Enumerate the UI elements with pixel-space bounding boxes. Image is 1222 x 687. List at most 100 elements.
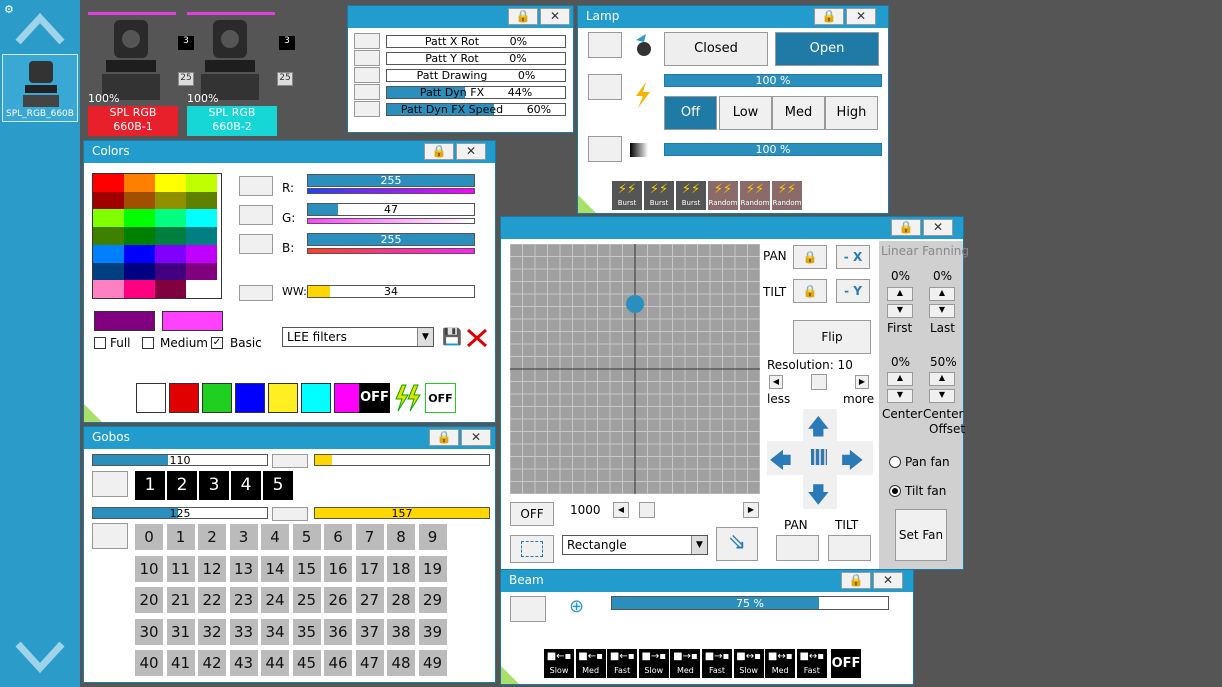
quick-color-button[interactable] [301,383,331,413]
gobo2-slot-button[interactable]: 32 [198,618,226,645]
pan-lock-icon[interactable]: 🔒 [793,245,827,269]
fixture-card-2[interactable]: 3 25 100% SPL RGB 660B-2 [187,10,295,136]
gobo2-slider[interactable]: 125 [92,507,268,519]
gobo2-slot-button[interactable]: 5 [292,524,321,550]
last-up-icon[interactable]: ▲ [929,287,955,301]
gobo2-slot-button[interactable]: 0 [135,524,163,550]
palette-swatch[interactable] [155,244,186,263]
invert-x-button[interactable]: - X [836,245,870,269]
arrow-down-icon[interactable]: 🡇 [807,478,830,516]
pattern-slider[interactable]: Patt Dyn FX 44% [386,86,566,99]
green-preset-button[interactable] [239,205,273,225]
gobo2-slot-button[interactable]: 28 [387,587,415,613]
palette-swatch[interactable] [186,174,217,192]
red-slider[interactable]: 255 [307,174,475,187]
palette-swatch[interactable] [186,209,217,228]
palette-swatch[interactable] [93,227,124,246]
position-grid[interactable] [510,244,760,494]
pattern-slider[interactable]: Patt Drawing 0% [386,69,566,82]
red-preset-button[interactable] [239,176,273,196]
gobo2-slot-button[interactable]: 33 [229,618,258,645]
save-icon[interactable]: 💾 [442,327,462,346]
lock-icon[interactable]: 🔒 [891,219,921,236]
sidebar-fixture-tile[interactable]: SPL_RGB_660B [2,54,78,122]
gobo1-rotation-slider[interactable] [314,454,490,466]
close-icon[interactable]: ✕ [461,429,491,446]
gobo1-slot-button[interactable]: 3 [199,471,229,500]
lamp-effect-button[interactable]: ⚡⚡ Burst [612,181,642,210]
gobo2-slot-button[interactable]: 18 [387,555,415,582]
first-up-icon[interactable]: ▲ [887,287,913,301]
pattern-slider[interactable]: Patt Y Rot 0% [386,52,566,65]
gobo2-slot-button[interactable]: 29 [418,587,447,613]
lamp-effect-button[interactable]: ⚡⚡ Burst [644,181,674,210]
gobo1-slot-button[interactable]: 1 [135,471,165,500]
gobo2-slot-button[interactable]: 44 [261,650,289,676]
gobo1-slot-button[interactable]: 2 [167,471,197,500]
palette-swatch[interactable] [186,227,217,246]
pan-fan-radio[interactable] [889,456,901,468]
gobo2-open-button[interactable] [92,523,128,549]
gobo2-slot-button[interactable]: 45 [292,650,321,676]
medium-checkbox[interactable] [142,337,154,349]
arrow-left-icon[interactable]: 🡄 [769,444,792,482]
lamp-preset-button[interactable] [588,32,622,58]
resolution-less-icon[interactable]: ◀ [769,375,783,389]
chevron-down-icon[interactable]: ▼ [691,536,707,554]
gobo2-slot-button[interactable]: 35 [292,618,321,645]
quick-color-button[interactable] [136,383,166,413]
gobo2-slot-button[interactable]: 15 [292,555,321,582]
center-down-icon[interactable]: ▼ [887,389,913,403]
pan-size-button[interactable] [776,535,819,561]
filter-select[interactable]: LEE filters ▼ [282,327,434,347]
quick-color-button[interactable] [169,383,199,413]
gobo2-slot-button[interactable]: 12 [198,555,226,582]
titlebar[interactable]: Lamp 🔒 ✕ [578,6,888,28]
gobo2-slot-button[interactable]: 14 [261,555,289,582]
lamp-effect-button[interactable]: ⚡⚡ Burst [676,181,706,210]
fixture-card-1[interactable]: 3 25 100% SPL RGB 660B-1 [88,10,194,136]
offset-up-icon[interactable]: ▲ [929,372,955,386]
resize-grip[interactable] [578,195,596,213]
quick-color-button[interactable] [268,383,298,413]
gobo2-slot-button[interactable]: 8 [387,524,415,550]
tilt-size-button[interactable] [828,535,871,561]
gobo2-slot-button[interactable]: 23 [229,587,258,613]
shutter-open-button[interactable]: Open [775,32,879,66]
beam-fx-button[interactable]: ■←▪ Slow [544,649,574,678]
beam-fx-button[interactable]: ■↔▪ Med [765,649,796,678]
gobo2-slot-button[interactable]: 43 [229,650,258,676]
palette-swatch[interactable] [186,280,217,299]
tilt-lock-icon[interactable]: 🔒 [793,279,827,303]
settings-icon[interactable]: ⚙ [4,3,14,16]
palette-swatch[interactable] [124,244,155,263]
gobo2-slot-button[interactable]: 16 [324,555,352,582]
pattern-preset-button[interactable] [354,101,380,117]
offset-down-icon[interactable]: ▼ [929,389,955,403]
gobo2-slot-button[interactable]: 13 [229,555,258,582]
close-icon[interactable]: ✕ [846,8,876,25]
last-down-icon[interactable]: ▼ [929,304,955,318]
speed-increase-icon[interactable]: ▶ [743,502,759,518]
speed-decrease-icon[interactable]: ◀ [613,502,629,518]
gobo1-slot-button[interactable]: 5 [263,471,293,500]
lock-icon[interactable]: 🔒 [508,8,538,25]
set-fan-button[interactable]: Set Fan [895,509,947,561]
palette-swatch[interactable] [124,262,155,281]
gobo2-slot-button[interactable]: 41 [166,650,195,676]
palette-swatch[interactable] [155,191,186,210]
palette-swatch[interactable] [124,209,155,228]
select-area-icon[interactable] [510,535,554,563]
gobo2-slot-button[interactable]: 20 [135,587,163,613]
gobo2-slot-button[interactable]: 24 [261,587,289,613]
titlebar[interactable]: Colors 🔒 ✕ [84,141,495,163]
position-off-button[interactable]: OFF [510,502,554,526]
gobo2-slot-button[interactable]: 22 [198,587,226,613]
gobo2-slot-button[interactable]: 47 [355,650,384,676]
gobo2-slot-button[interactable]: 1 [166,524,195,550]
lamp-low-button[interactable]: Low [719,96,772,130]
gobo2-slot-button[interactable]: 49 [418,650,447,676]
palette-swatch[interactable] [124,280,155,299]
quick-color-button[interactable] [202,383,232,413]
palette-swatch[interactable] [124,191,155,210]
